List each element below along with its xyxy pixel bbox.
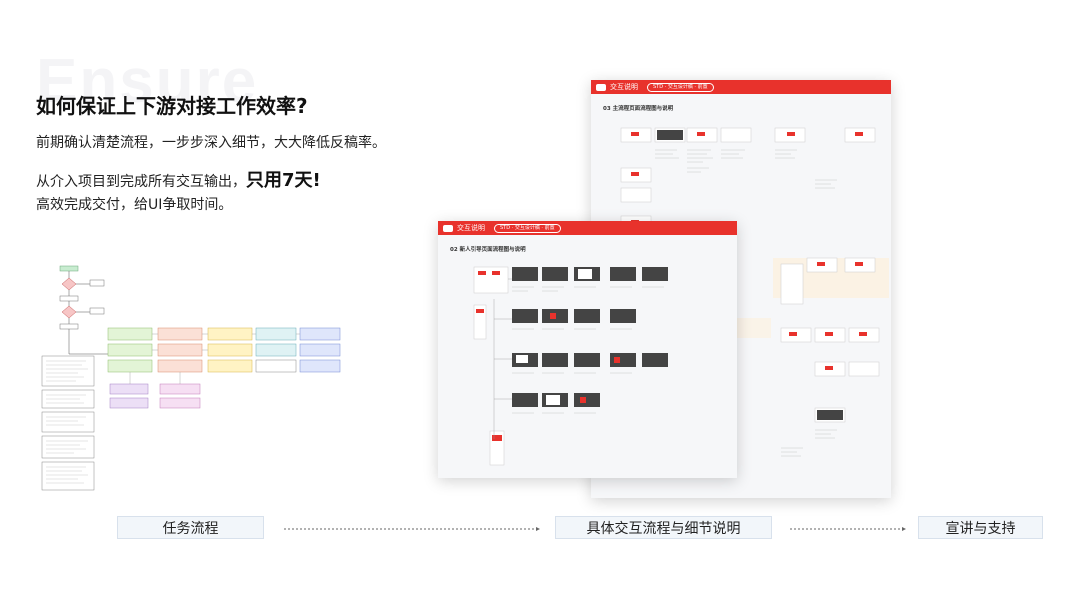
highlight-prefix: 从介入项目到完成所有交互输出， xyxy=(36,174,246,190)
board-back-section-title: 03 主流程页面流程图与说明 xyxy=(603,106,674,112)
app-logo-icon xyxy=(596,83,606,91)
task-flow-diagram xyxy=(41,265,341,491)
board-front-tag: STD · 交互设计稿 · 前置 xyxy=(494,223,561,233)
highlight-emphasis: 只用7天! xyxy=(246,170,321,191)
flow-column-cyan xyxy=(255,327,297,373)
board-front-app-name: 交互说明 xyxy=(457,224,485,232)
arrow-2-icon xyxy=(790,527,906,531)
arrow-1-icon xyxy=(284,527,540,531)
flow-column-lower xyxy=(109,383,201,409)
board-back-app-name: 交互说明 xyxy=(610,83,638,91)
board-front-header: 交互说明 STD · 交互设计稿 · 前置 xyxy=(438,221,737,235)
subtitle-text: 前期确认清楚流程，一步步深入细节，大大降低反稿率。 xyxy=(36,135,386,151)
step-task-flow: 任务流程 xyxy=(117,516,264,539)
step-briefing-support: 宣讲与支持 xyxy=(918,516,1043,539)
flow-decision-2 xyxy=(61,305,77,319)
delivery-text: 高效完成交付，给UI争取时间。 xyxy=(36,197,233,213)
flow-start-node xyxy=(59,265,79,272)
board-front-screens xyxy=(438,265,737,466)
step-interaction-details: 具体交互流程与细节说明 xyxy=(555,516,772,539)
highlight-line: 从介入项目到完成所有交互输出，只用7天! xyxy=(36,166,321,192)
flow-column-salmon xyxy=(157,327,203,373)
interaction-board-front: 交互说明 STD · 交互设计稿 · 前置 02 新人引导页面流程图与说明 xyxy=(438,221,737,478)
flow-column-green xyxy=(107,327,153,373)
app-logo-icon xyxy=(443,224,453,232)
page-title: 如何保证上下游对接工作效率? xyxy=(36,94,308,118)
board-back-tag: STD · 交互设计稿 · 前置 xyxy=(647,82,714,92)
board-front-section-title: 02 新人引导页面流程图与说明 xyxy=(450,247,526,253)
flow-column-blue xyxy=(299,327,341,373)
flow-column-yellow xyxy=(207,327,253,373)
flow-text-blocks xyxy=(41,355,95,491)
flow-decision-1 xyxy=(61,277,77,291)
board-back-header: 交互说明 STD · 交互设计稿 · 前置 xyxy=(591,80,891,94)
